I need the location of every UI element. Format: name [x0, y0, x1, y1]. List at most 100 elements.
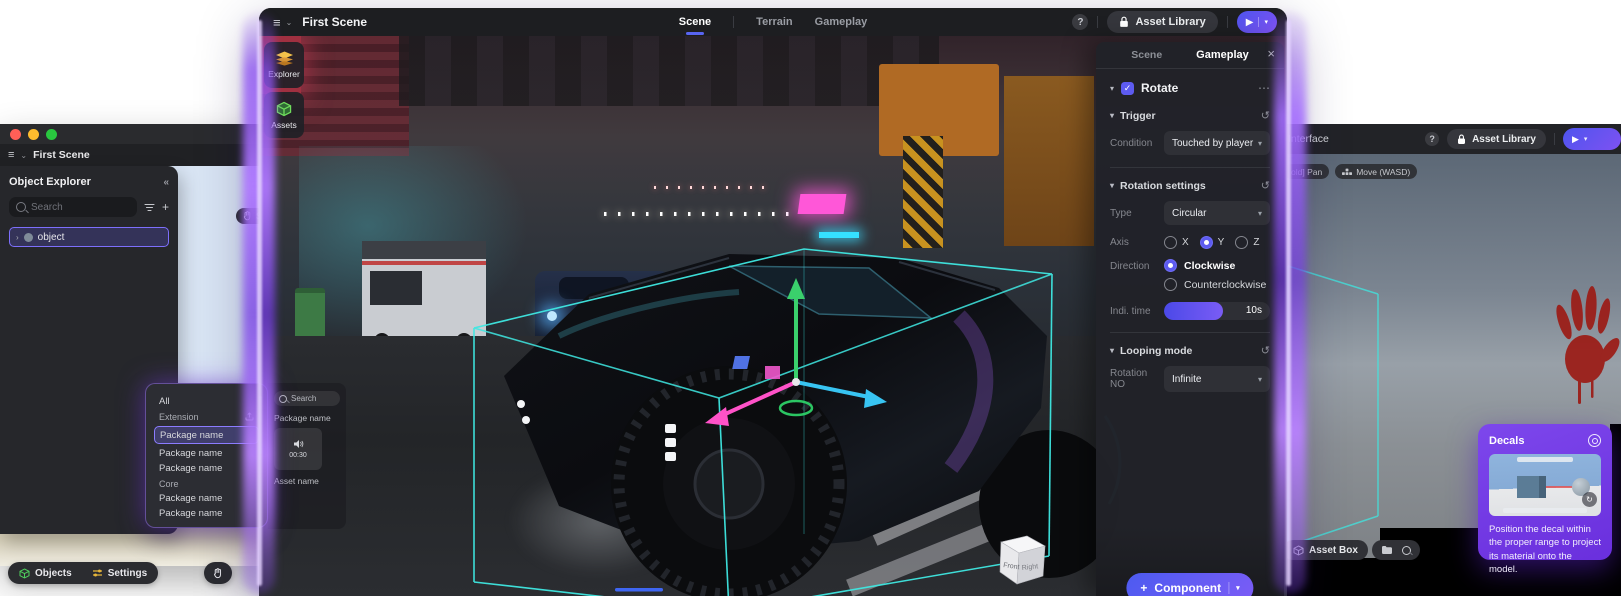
assets-tool-button[interactable]: Assets — [264, 92, 304, 138]
help-icon[interactable]: ? — [1425, 132, 1439, 146]
axis-y-radio[interactable] — [1200, 236, 1213, 249]
main-editor-window: ≡ ⌄ First Scene Scene Terrain Gameplay ?… — [259, 8, 1287, 596]
minimize-traffic-light[interactable] — [28, 129, 39, 140]
help-icon[interactable]: ? — [1072, 14, 1088, 30]
reset-icon[interactable]: ↺ — [1261, 179, 1270, 192]
inspector-tab-scene[interactable]: Scene — [1131, 49, 1162, 61]
hand-icon — [243, 211, 252, 221]
scene-blue-bar — [615, 588, 663, 592]
left-window-titlebar — [0, 124, 269, 144]
menu-icon[interactable]: ≡ — [273, 15, 281, 30]
gizmo-plane-pink — [765, 366, 780, 379]
rotation-no-dropdown[interactable]: Infinite▾ — [1164, 366, 1270, 392]
indi-time-label: Indi. time — [1110, 306, 1164, 317]
add-component-button[interactable]: + Component ▾ — [1126, 573, 1253, 596]
package-item[interactable]: Package name — [154, 446, 259, 461]
speaker-icon — [293, 439, 304, 449]
cube-icon — [19, 568, 30, 579]
component-rotate-header[interactable]: ▾ ✓ Rotate ⋯ — [1110, 81, 1270, 95]
asset-box-button[interactable]: Asset Box — [1283, 540, 1368, 560]
add-object-icon[interactable]: + — [162, 200, 169, 214]
package-filter-all[interactable]: All — [154, 394, 259, 409]
replay-badge[interactable]: ↻ — [1582, 492, 1597, 507]
reset-icon[interactable]: ↺ — [1261, 109, 1270, 122]
desktop: ≡ ⌄ First Scene Select Object Explorer «… — [0, 0, 1621, 596]
tab-objects[interactable]: Objects — [35, 568, 72, 579]
type-dropdown[interactable]: Circular▾ — [1164, 201, 1270, 225]
trigger-section-header[interactable]: ▾Trigger ↺ — [1110, 109, 1270, 122]
package-item[interactable]: Package name — [154, 506, 259, 521]
tab-gameplay[interactable]: Gameplay — [815, 16, 868, 28]
chevron-down-icon[interactable]: ▾ — [1110, 84, 1114, 93]
package-group-extension: Extension — [154, 409, 259, 424]
zoom-traffic-light[interactable] — [46, 129, 57, 140]
crate-icon — [276, 101, 292, 117]
asset-toolbar — [1372, 540, 1420, 560]
object-item-label: object — [38, 232, 65, 243]
target-icon[interactable] — [1588, 434, 1601, 447]
asset-label: Asset name — [274, 476, 340, 486]
right-window: Interface ? Asset Library ▶ ▾ old] Pan — [1272, 124, 1621, 596]
rotate-checkbox[interactable]: ✓ — [1121, 82, 1134, 95]
export-icon[interactable] — [245, 412, 254, 421]
right-window-titlebar: Interface ? Asset Library ▶ ▾ — [1272, 124, 1621, 154]
axis-x-radio[interactable] — [1164, 236, 1177, 249]
play-button[interactable]: ▶ ▾ — [1563, 128, 1621, 150]
counterclockwise-option[interactable]: Counterclockwise — [1164, 278, 1270, 291]
chevron-down-icon[interactable]: ▾ — [1236, 584, 1240, 592]
main-topbar: ≡ ⌄ First Scene Scene Terrain Gameplay ?… — [259, 8, 1287, 36]
package-item[interactable]: Package name — [154, 461, 259, 476]
play-icon: ▶ — [1572, 134, 1579, 145]
gizmo-plane-blue — [732, 356, 750, 369]
close-icon[interactable]: × — [1267, 47, 1275, 60]
tab-scene[interactable]: Scene — [679, 16, 711, 28]
folder-icon[interactable] — [1381, 545, 1393, 555]
chevron-down-icon[interactable]: ▾ — [1584, 135, 1588, 143]
move-hint-chip: Move (WASD) — [1335, 164, 1417, 179]
package-panel: All Extension Package name Package name … — [145, 383, 268, 528]
chevron-down-icon[interactable]: ▾ — [1264, 18, 1268, 26]
object-tree-item[interactable]: › object — [9, 227, 169, 247]
lock-icon — [1119, 16, 1129, 28]
drawer-search-input[interactable]: Search — [274, 391, 340, 406]
rotation-settings-header[interactable]: ▾Rotation settings ↺ — [1110, 179, 1270, 192]
asset-library-button[interactable]: Asset Library — [1107, 11, 1217, 33]
explorer-tool-button[interactable]: Explorer — [264, 42, 304, 88]
looping-mode-header[interactable]: ▾Looping mode ↺ — [1110, 344, 1270, 357]
play-button[interactable]: ▶ ▾ — [1237, 11, 1277, 33]
tab-settings[interactable]: Settings — [108, 568, 147, 579]
pan-tool-button[interactable] — [204, 562, 232, 584]
handprint-decal — [1548, 264, 1621, 414]
package-item[interactable]: Package name — [154, 491, 259, 506]
asset-library-button[interactable]: Asset Library — [1447, 129, 1546, 149]
chevron-down-icon[interactable]: ⌄ — [20, 151, 27, 160]
indi-time-slider[interactable]: 10s — [1164, 302, 1270, 320]
clockwise-option[interactable]: Clockwise — [1164, 259, 1270, 272]
condition-dropdown[interactable]: Touched by player▾ — [1164, 131, 1270, 155]
hand-icon — [213, 568, 223, 579]
axis-z-radio[interactable] — [1235, 236, 1248, 249]
menu-icon[interactable]: ≡ — [8, 149, 14, 161]
search-input[interactable]: Search — [9, 197, 137, 217]
asset-tile[interactable]: 00:30 — [274, 428, 322, 470]
play-icon: ▶ — [1246, 17, 1254, 28]
chevron-right-icon[interactable]: › — [16, 233, 19, 242]
package-item-selected[interactable]: Package name — [154, 426, 259, 444]
decals-preview: ↻ — [1489, 454, 1601, 516]
layers-icon — [275, 51, 294, 66]
tab-terrain[interactable]: Terrain — [756, 16, 792, 28]
close-traffic-light[interactable] — [10, 129, 21, 140]
scene-title: First Scene — [302, 15, 367, 29]
filter-icon[interactable] — [144, 203, 155, 212]
box-icon — [1293, 545, 1304, 556]
search-icon[interactable] — [1402, 546, 1411, 555]
search-icon — [279, 395, 287, 403]
reset-icon[interactable]: ↺ — [1261, 344, 1270, 357]
chevron-down-icon[interactable]: ⌄ — [286, 18, 293, 27]
more-options-icon[interactable]: ⋯ — [1258, 81, 1270, 95]
inspector-tab-gameplay[interactable]: Gameplay — [1196, 49, 1249, 61]
scrollbar[interactable] — [259, 396, 262, 454]
decals-title: Decals — [1489, 435, 1524, 447]
collapse-icon[interactable]: « — [163, 177, 169, 188]
globe-icon — [24, 233, 33, 242]
